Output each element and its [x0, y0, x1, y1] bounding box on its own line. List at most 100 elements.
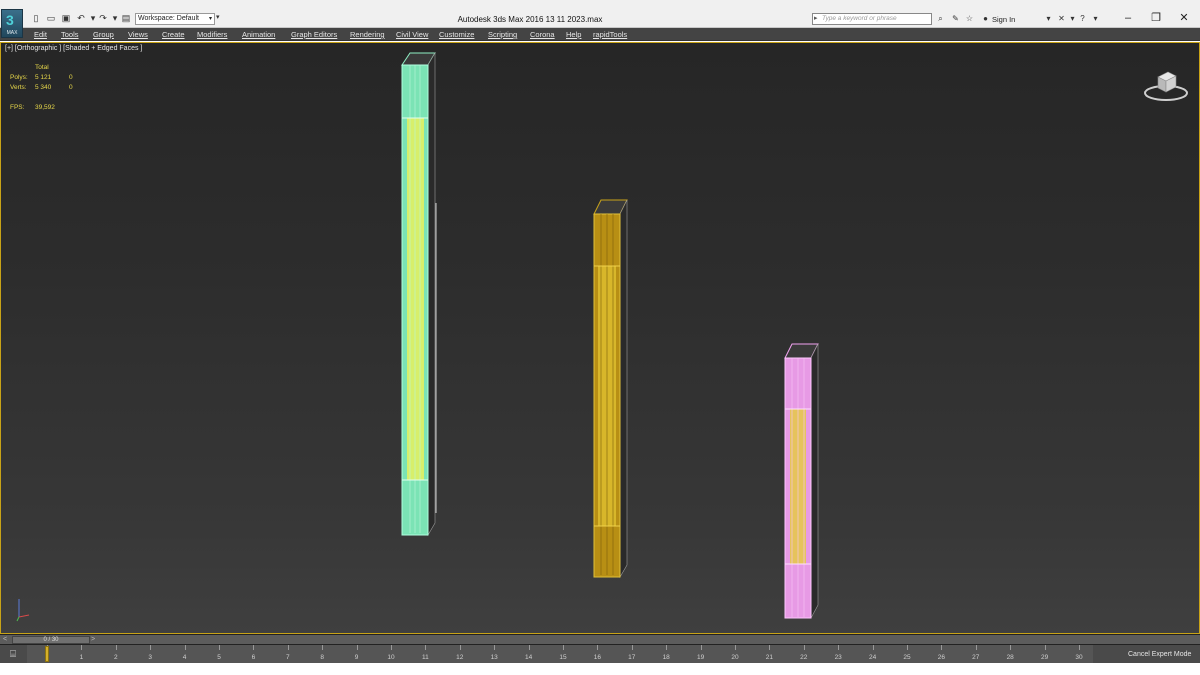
frame-tick-label: 9	[354, 654, 359, 661]
open-file-icon[interactable]: ▭	[45, 13, 57, 24]
frame-tick-mark	[1044, 645, 1046, 650]
menu-rendering[interactable]: Rendering	[350, 29, 385, 40]
menu-edit[interactable]: Edit	[34, 29, 47, 40]
quick-access-customize-icon[interactable]: ▾	[216, 13, 225, 25]
bar-green[interactable]	[401, 51, 437, 537]
menu-create[interactable]: Create	[162, 29, 185, 40]
workspace-select[interactable]: Workspace: Default ▾	[135, 13, 215, 25]
frame-tick-label: 8	[320, 654, 324, 661]
project-folder-icon[interactable]: ▤	[120, 13, 132, 24]
search-input[interactable]: ▸ Type a keyword or phrase	[812, 13, 932, 25]
time-slider[interactable]: < 0 / 30 >	[0, 634, 1200, 644]
frame-tick-mark	[1079, 645, 1080, 650]
frame-tick-label: 28	[1006, 654, 1014, 661]
frame-tick-mark	[253, 645, 255, 650]
bar-pink[interactable]	[784, 343, 819, 619]
menu-animation[interactable]: Animation	[242, 29, 275, 40]
menu-civil-view[interactable]: Civil View	[396, 29, 428, 40]
frame-tick-label: 15	[559, 654, 567, 661]
stats-total-label: Total	[35, 64, 49, 71]
current-frame-marker[interactable]	[45, 646, 49, 662]
frame-tick-label: 23	[834, 654, 842, 661]
chevron-down-icon: ▾	[208, 16, 212, 22]
frame-tick-label: 26	[937, 654, 946, 661]
frame-tick-label: 11	[422, 654, 429, 661]
frame-tick-label: 13	[490, 654, 498, 661]
menu-bar: Edit Tools Group Views Create Modifiers …	[0, 28, 1200, 41]
bar-yellow[interactable]	[593, 199, 628, 579]
stats-polys-label: Polys:	[10, 74, 28, 81]
menu-scripting[interactable]: Scripting	[488, 29, 517, 40]
favorites-star-icon[interactable]: ☆	[964, 13, 975, 25]
help-dropdown-icon[interactable]: ▾	[1090, 13, 1101, 25]
undo-icon[interactable]: ↶	[75, 13, 87, 24]
minimize-button[interactable]: –	[1116, 9, 1140, 27]
help-icon[interactable]: ?	[1077, 13, 1088, 25]
frame-tick-label: 20	[731, 654, 739, 661]
menu-group[interactable]: Group	[93, 29, 114, 40]
title-bar: 3 MAX ▯ ▭ ▣ ↶ ▾ ↷ ▾ ▤ Workspace: Default…	[0, 0, 1200, 38]
frame-tick-mark	[700, 645, 702, 650]
frame-tick-mark	[184, 645, 186, 650]
mini-curve-editor-icon[interactable]: ⌸	[6, 648, 20, 661]
menu-rapidtools[interactable]: rapidTools	[593, 29, 627, 40]
frame-tick-mark	[528, 645, 530, 650]
orthographic-viewport[interactable]: [+] [Orthographic ] [Shaded + Edged Face…	[0, 42, 1200, 634]
menu-views[interactable]: Views	[128, 29, 148, 40]
new-scene-icon[interactable]: ▯	[30, 13, 42, 24]
sign-in-dropdown-icon[interactable]: ▾	[1043, 13, 1054, 25]
frame-tick-mark	[391, 645, 392, 650]
frame-tick-label: 4	[182, 654, 187, 661]
frame-tick-mark	[115, 645, 117, 650]
track-ruler[interactable]: 0123456789101112131415161718192021222324…	[27, 645, 1093, 664]
frame-tick-label: 25	[903, 654, 911, 661]
binoculars-search-icon[interactable]: ⌕	[935, 13, 946, 25]
keyword-icon: ▸	[814, 15, 818, 22]
frame-tick-label: 27	[972, 654, 980, 661]
search-placeholder: Type a keyword or phrase	[822, 15, 897, 22]
frame-tick-label: 29	[1040, 654, 1049, 661]
menu-tools[interactable]: Tools	[61, 29, 79, 40]
workspace-label: Workspace: Default	[138, 15, 199, 22]
frame-tick-label: 2	[113, 654, 118, 661]
time-slider-next-button[interactable]: >	[91, 635, 95, 644]
communication-center-icon[interactable]: ✎	[950, 13, 961, 25]
save-file-icon[interactable]: ▣	[60, 13, 72, 24]
frame-tick-mark	[219, 645, 220, 650]
viewport-label-menu[interactable]: [+] [Orthographic ] [Shaded + Edged Face…	[5, 45, 142, 52]
time-slider-prev-button[interactable]: <	[3, 635, 7, 644]
application-menu-button[interactable]: 3 MAX	[1, 9, 23, 38]
frame-tick-mark	[563, 645, 564, 650]
frame-tick-mark	[872, 645, 874, 650]
max-logo-icon: 3	[6, 12, 14, 28]
stats-verts-selected: 0	[69, 84, 73, 91]
menu-graph-editors[interactable]: Graph Editors	[291, 29, 337, 40]
frame-tick-mark	[769, 645, 771, 650]
frame-tick-label: 3	[148, 654, 152, 661]
viewcube-icon[interactable]	[1143, 63, 1189, 103]
frame-tick-mark	[287, 645, 289, 650]
menu-help[interactable]: Help	[566, 29, 581, 40]
frame-tick-mark	[735, 645, 736, 650]
scene-canvas[interactable]	[1, 43, 1199, 633]
frame-tick-mark	[941, 645, 943, 650]
frame-tick-label: 1	[79, 654, 84, 661]
user-icon: ●	[983, 14, 988, 23]
cancel-expert-mode-button[interactable]: Cancel Expert Mode	[1128, 645, 1191, 664]
sign-in-button[interactable]: Sign In	[992, 15, 1015, 24]
frame-tick-mark	[494, 645, 496, 650]
frame-tick-label: 14	[524, 654, 533, 661]
menu-modifiers[interactable]: Modifiers	[197, 29, 227, 40]
exchange-apps-icon[interactable]: ✕	[1056, 13, 1067, 25]
time-slider-thumb[interactable]: 0 / 30	[12, 636, 90, 644]
frame-tick-label: 21	[765, 654, 774, 661]
time-slider-value: 0 / 30	[43, 637, 59, 643]
stats-polys-selected: 0	[69, 74, 73, 81]
stats-fps-label: FPS:	[10, 104, 25, 111]
close-button[interactable]: ✕	[1172, 9, 1196, 27]
menu-corona[interactable]: Corona	[530, 29, 555, 40]
frame-tick-label: 10	[387, 654, 395, 661]
menu-customize[interactable]: Customize	[439, 29, 474, 40]
restore-button[interactable]: ❐	[1144, 9, 1168, 27]
redo-icon[interactable]: ↷	[97, 13, 109, 24]
